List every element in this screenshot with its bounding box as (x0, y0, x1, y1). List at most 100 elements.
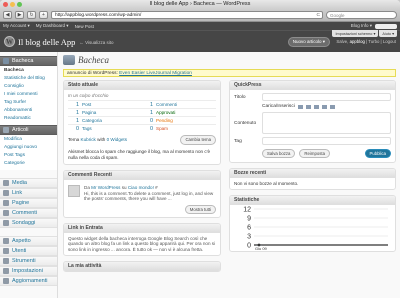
wordpress-logo-icon: W (4, 36, 15, 47)
y-tick-label: 12 (243, 207, 251, 214)
recent-comments-header[interactable]: Commenti Recenti (64, 171, 220, 180)
my-activity-header[interactable]: La mia attività (64, 262, 220, 271)
menu-aspetto[interactable]: Aspetto (0, 236, 57, 246)
reload-icon[interactable]: C (317, 12, 320, 19)
help-tab[interactable]: Aiuto ▾ (379, 30, 397, 37)
back-button[interactable]: ◀ (3, 11, 12, 19)
submenu-item[interactable]: Readomattic (0, 115, 57, 123)
forward-button[interactable]: ▶ (15, 11, 24, 19)
search-input[interactable]: Google (326, 11, 397, 19)
menu-articoli[interactable]: Articoli (0, 125, 57, 135)
blog-name[interactable]: Il blog delle App (18, 37, 75, 47)
menu-utenti[interactable]: Utenti (0, 246, 57, 256)
stat-label[interactable]: Pending (156, 118, 173, 123)
recent-drafts-box: Bozze recenti Non vi sono bozze al momen… (229, 168, 396, 190)
add-bookmark-button[interactable]: + (39, 11, 48, 19)
submenu-item[interactable]: Bacheca (0, 67, 57, 75)
view-all-comments-button[interactable]: Mostra tutti (184, 204, 216, 214)
add-video-icon[interactable] (305, 104, 311, 109)
stat-label[interactable]: Tags (82, 126, 92, 131)
user-link[interactable]: appblog (350, 39, 365, 44)
comment-hash[interactable]: # (154, 185, 158, 190)
stat-count[interactable]: 1 (68, 102, 82, 108)
screen-options-tab[interactable]: Impostazioni schermo ▾ (332, 30, 379, 37)
comment-on: su (120, 185, 128, 190)
submenu-item[interactable]: Post Tags (0, 152, 57, 160)
submenu-item[interactable]: Statistiche del Blog (0, 75, 57, 83)
submenu-item[interactable]: Aggiungi nuovo (0, 144, 57, 152)
new-post-link[interactable]: New Post (75, 24, 94, 29)
save-draft-button[interactable]: Salva bozza (262, 149, 296, 158)
comment-author-link[interactable]: Mr WordPress (91, 185, 120, 190)
add-media-icon[interactable] (321, 104, 327, 109)
comment-post-link[interactable]: Ciao mondo! (128, 185, 154, 190)
maximize-window-button[interactable] (17, 2, 22, 7)
theme-link[interactable]: Kubrick (81, 137, 96, 142)
close-window-button[interactable] (3, 2, 8, 7)
menu-strumenti[interactable]: Strumenti (0, 256, 57, 266)
favorites-dropdown[interactable]: Nuovo articolo ▾ (287, 37, 330, 47)
submenu-item[interactable]: Tag Surfer (0, 99, 57, 107)
stat-count[interactable]: 1 (68, 110, 82, 116)
minimize-window-button[interactable] (10, 2, 15, 7)
menu-media[interactable]: Media (0, 178, 57, 188)
stat-count[interactable]: 1 (142, 102, 156, 108)
submenu-item[interactable]: Modifica (0, 136, 57, 144)
add-audio-icon[interactable] (313, 104, 319, 109)
tags-input[interactable] (262, 137, 391, 145)
submenu-item[interactable]: Categorie (0, 160, 57, 168)
submenu-item[interactable]: I miei commenti (0, 91, 57, 99)
view-site-link[interactable]: ← Visualizza sito (79, 40, 113, 45)
stat-count[interactable]: 0 (142, 118, 156, 124)
stat-count[interactable]: 0 (68, 126, 82, 132)
blog-info-menu[interactable]: Blog Info ▾ (351, 23, 372, 29)
quickpress-header[interactable]: QuickPress (230, 81, 395, 90)
stat-label[interactable]: Categoria (82, 118, 102, 123)
add-poll-icon[interactable] (329, 104, 335, 109)
right-column: QuickPress Titolo Carica/Inserisci Conte… (229, 80, 396, 257)
stat-count[interactable]: 1 (68, 118, 82, 124)
menu-aggiornamenti[interactable]: Aggiornamenti (0, 276, 57, 286)
add-image-icon[interactable] (297, 104, 303, 109)
change-theme-button[interactable]: Cambia tema (180, 135, 216, 145)
pagine-icon (3, 200, 9, 206)
widgets-link[interactable]: 0 Widgets (107, 137, 127, 142)
submenu-articoli: Modifica Aggiungi nuovo Post Tags Categorie (0, 135, 57, 170)
stat-label[interactable]: Approvati (156, 110, 175, 115)
stat-label[interactable]: Spam (156, 126, 168, 131)
menu-impostazioni[interactable]: Impostazioni (0, 266, 57, 276)
reset-button[interactable]: Reimposta (299, 149, 330, 158)
publish-button[interactable]: Pubblica (364, 149, 391, 158)
menu-pagine[interactable]: Pagine (0, 198, 57, 208)
my-dashboard-menu[interactable]: My Dashboard ▾ (36, 23, 69, 29)
menu-strumenti-label: Strumenti (12, 258, 36, 264)
stats-header[interactable]: Statistiche (230, 196, 395, 205)
stats-box: Statistiche 0 3 6 9 12 Giu 09 (229, 195, 396, 252)
reload-button[interactable]: ↻ (27, 11, 36, 19)
menu-sondaggi[interactable]: Sondaggi (0, 218, 57, 228)
menu-aspetto-label: Aspetto (12, 238, 31, 244)
strumenti-icon (3, 258, 9, 264)
stat-label[interactable]: Post (82, 102, 91, 107)
right-now-header[interactable]: Stato attuale (64, 81, 220, 90)
turbo-logout-links[interactable]: | Turbo | Logout (365, 39, 396, 44)
menu-commenti[interactable]: Commenti (0, 208, 57, 218)
menu-link-label: Link (12, 190, 23, 196)
menu-link[interactable]: Link (0, 188, 57, 198)
title-input[interactable] (262, 93, 391, 101)
stat-count[interactable]: 0 (142, 126, 156, 132)
stat-count[interactable]: 1 (142, 110, 156, 116)
content-textarea[interactable] (262, 112, 391, 134)
submenu-item[interactable]: Abbonamenti (0, 107, 57, 115)
submenu-item[interactable]: Consiglio (0, 83, 57, 91)
notice-link[interactable]: Even Easier LiveJournal Migration (119, 71, 192, 76)
incoming-links-header[interactable]: Link in Entrata (64, 223, 220, 233)
menu-bacheca[interactable]: Bacheca (0, 56, 57, 66)
recent-drafts-header[interactable]: Bozze recenti (230, 169, 395, 178)
submenu-bacheca: Bacheca Statistiche del Blog Consiglio I mi… (0, 66, 57, 125)
stat-label[interactable]: Pagina (82, 110, 96, 115)
stat-label[interactable]: Commenti (156, 102, 177, 107)
address-bar[interactable]: http://appblog.wordpress.com/wp-admin/C (51, 11, 323, 19)
admin-bar-search-input[interactable] (375, 23, 397, 29)
my-account-menu[interactable]: My Account ▾ (3, 23, 30, 29)
